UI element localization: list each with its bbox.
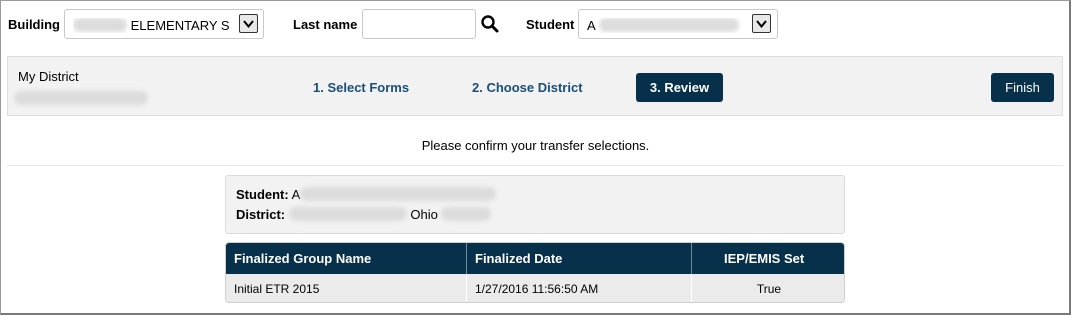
- cell-iep-set: True: [756, 282, 782, 296]
- chevron-down-icon: [243, 20, 254, 28]
- column-header-group-name: Finalized Group Name: [226, 243, 467, 274]
- summary-student-line: Student: A: [236, 187, 497, 202]
- district-name-redacted: [14, 91, 148, 105]
- column-header-iep-set: IEP/EMIS Set: [724, 251, 805, 266]
- lastname-label: Last name: [293, 17, 358, 32]
- cell-group-name: Initial ETR 2015: [226, 274, 467, 302]
- building-label: Building: [8, 17, 60, 32]
- divider: [7, 165, 1063, 166]
- student-select[interactable]: A: [578, 9, 778, 39]
- summary-student-label: Student:: [236, 187, 289, 202]
- step-select-forms[interactable]: 1. Select Forms: [313, 80, 409, 95]
- summary-district-state: Ohio: [410, 207, 438, 222]
- step-review[interactable]: 3. Review: [636, 73, 723, 102]
- chevron-down-icon: [756, 20, 767, 28]
- table-header: Finalized Group Name Finalized Date IEP/…: [226, 243, 844, 274]
- district-label: My District: [18, 69, 79, 84]
- lastname-input[interactable]: [362, 9, 476, 39]
- student-name-redacted: [300, 187, 497, 201]
- summary-district-label: District:: [236, 207, 286, 222]
- building-name-redacted: [73, 18, 127, 32]
- finalized-groups-table: Finalized Group Name Finalized Date IEP/…: [225, 242, 845, 303]
- step-choose-district[interactable]: 2. Choose District: [472, 80, 583, 95]
- finish-button[interactable]: Finish: [991, 73, 1054, 102]
- student-label: Student: [526, 17, 575, 32]
- building-dropdown-button[interactable]: [239, 14, 258, 33]
- building-select-value: ELEMENTARY S: [130, 18, 230, 33]
- transfer-summary: Student: A District: Ohio: [225, 175, 845, 234]
- table-row[interactable]: Initial ETR 2015 1/27/2016 11:56:50 AM T…: [226, 274, 844, 302]
- district-name-redacted: [288, 207, 407, 221]
- student-name-redacted: [598, 18, 739, 32]
- summary-student-value: A: [291, 187, 301, 202]
- column-header-date: Finalized Date: [467, 243, 692, 274]
- cell-date: 1/27/2016 11:56:50 AM: [467, 274, 692, 302]
- wizard-bar: My District 1. Select Forms 2. Choose Di…: [7, 56, 1063, 116]
- district-zip-redacted: [441, 207, 492, 221]
- search-icon[interactable]: [480, 14, 500, 34]
- student-dropdown-button[interactable]: [752, 14, 771, 33]
- student-select-value: A: [587, 18, 595, 33]
- building-select[interactable]: ELEMENTARY S: [64, 9, 264, 39]
- confirm-message: Please confirm your transfer selections.: [421, 138, 650, 153]
- summary-district-line: District: Ohio: [236, 207, 492, 222]
